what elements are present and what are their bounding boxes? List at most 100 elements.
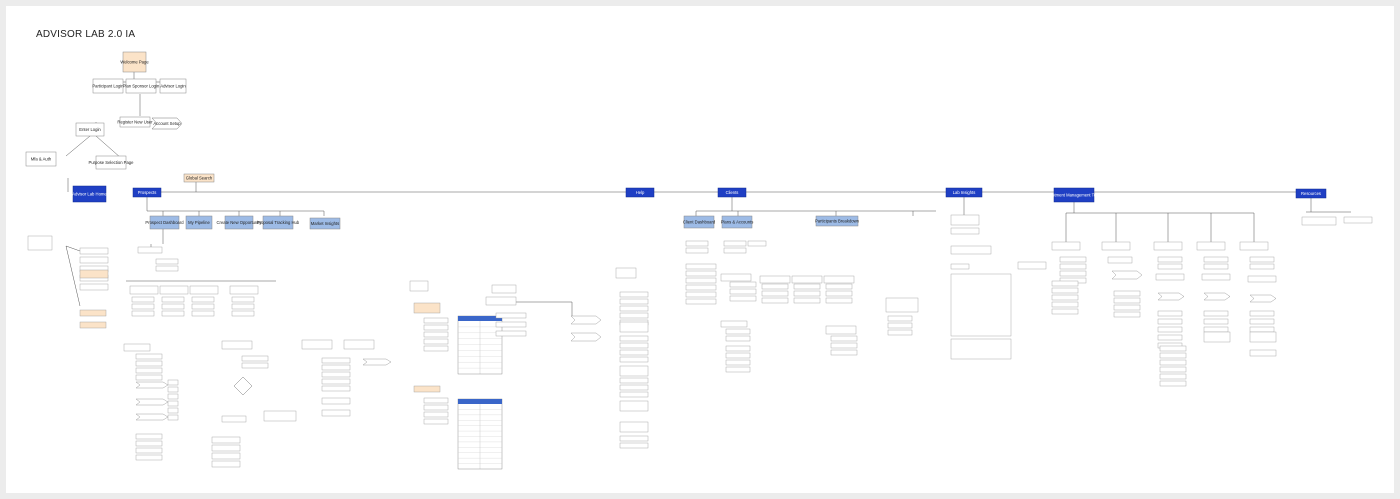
diagram-box	[1051, 294, 1079, 301]
node-label-c3: Participants Breakdown	[815, 219, 860, 224]
decision-diamond	[233, 376, 253, 396]
diagram-box	[1249, 326, 1275, 333]
flow-chevron	[362, 358, 392, 366]
diagram-box	[413, 385, 441, 393]
diagram-box	[79, 321, 107, 329]
diagram-box	[791, 275, 823, 284]
diagram-box	[229, 285, 259, 295]
diagram-box	[619, 421, 649, 433]
node-label-global_search: Global Search	[186, 176, 213, 181]
node-nav_prospects: Prospects	[132, 187, 162, 198]
node-login_participant: Participant Login	[92, 78, 124, 94]
diagram-box	[1203, 263, 1229, 270]
diagram-box	[723, 240, 747, 247]
diagram-box	[1159, 380, 1187, 387]
diagram-box	[159, 285, 189, 295]
diagram-box	[135, 367, 163, 374]
diagram-box	[793, 290, 821, 297]
diagram-box	[825, 290, 853, 297]
diagram-box	[155, 265, 179, 272]
diagram-box	[725, 328, 751, 335]
diagram-box	[619, 321, 649, 333]
diagram-box	[685, 263, 717, 270]
diagram-box	[1113, 311, 1141, 318]
diagram-box	[167, 407, 179, 414]
diagram-box	[423, 338, 449, 345]
diagram-box	[263, 410, 297, 422]
diagram-box	[723, 247, 747, 254]
diagram-box	[167, 379, 179, 386]
diagram-box	[830, 342, 858, 349]
diagram-box	[231, 296, 255, 303]
diagram-box	[491, 284, 517, 294]
diagram-box	[619, 391, 649, 398]
diagram-box	[191, 310, 215, 317]
diagram-box	[1051, 308, 1079, 315]
diagram-box	[1249, 331, 1277, 343]
diagram-box	[1051, 301, 1079, 308]
diagram-box	[321, 397, 351, 405]
diagram-box	[1059, 263, 1087, 270]
diagram-box	[1113, 304, 1141, 311]
node-label-p2: My Pipeline	[188, 220, 210, 225]
diagram-box	[241, 362, 269, 369]
diagram-box	[231, 303, 255, 310]
flow-chevron	[135, 381, 169, 389]
diagram-box	[619, 365, 649, 377]
diagram-box	[221, 340, 253, 350]
diagram-box	[1157, 334, 1183, 341]
diagram-box	[1113, 297, 1141, 304]
diagram-box	[495, 321, 527, 328]
diagram-box	[950, 227, 980, 235]
diagram-box	[321, 378, 351, 385]
node-nav_resources: Resources	[1295, 188, 1327, 199]
diagram-box	[423, 411, 449, 418]
diagram-box	[135, 360, 163, 367]
node-p1: Prospect Dashboard	[145, 215, 184, 230]
node-label-home: Advisor Lab Home	[72, 192, 107, 197]
flow-chevron	[135, 398, 169, 406]
diagram-box	[729, 295, 757, 302]
diagram-box	[619, 356, 649, 363]
node-label-purpose: Purpose Selection Page	[89, 160, 135, 165]
diagram-box	[1051, 241, 1081, 251]
diagram-box	[1017, 261, 1047, 270]
diagram-box	[27, 235, 53, 251]
diagram-box	[423, 317, 449, 324]
diagram-box	[1113, 290, 1141, 297]
diagram-box	[619, 335, 649, 342]
node-p5: Market Insights	[309, 217, 341, 230]
flow-chevron	[570, 315, 602, 325]
diagram-box	[221, 415, 247, 423]
node-c1: Client Dashboard	[683, 215, 716, 229]
diagram-box	[1249, 349, 1277, 357]
node-home: Advisor Lab Home	[72, 185, 107, 203]
diagram-box	[619, 400, 649, 412]
diagram-box	[137, 246, 163, 254]
diagram-box	[167, 386, 179, 393]
diagram-box	[950, 214, 980, 226]
table-widget	[457, 315, 503, 375]
diagram-box	[1201, 273, 1231, 281]
diagram-box	[685, 291, 717, 298]
diagram-box	[191, 296, 215, 303]
diagram-box	[685, 298, 717, 305]
diagram-box	[1159, 373, 1187, 380]
diagram-box	[619, 442, 649, 449]
node-label-nav_investment: Investment Management Toolkit	[1044, 193, 1104, 198]
diagram-box	[135, 353, 163, 360]
diagram-box	[1203, 331, 1231, 343]
diagram-box	[131, 310, 155, 317]
diagram-box	[1203, 318, 1229, 325]
diagram-box	[887, 329, 913, 336]
diagram-box	[321, 371, 351, 378]
diagram-box	[135, 440, 163, 447]
diagram-box	[725, 352, 751, 359]
diagram-box	[79, 256, 109, 264]
diagram-box	[1157, 318, 1183, 325]
node-label-nav_clients: Clients	[726, 190, 739, 195]
diagram-box	[423, 345, 449, 352]
node-nav_insights: Lab Insights	[945, 187, 983, 198]
diagram-box	[619, 377, 649, 384]
diagram-box	[423, 418, 449, 425]
